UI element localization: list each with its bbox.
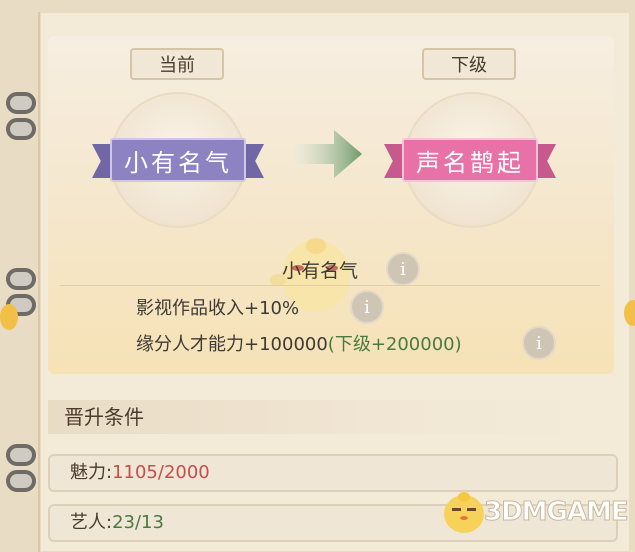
film-income-info-button[interactable]: i xyxy=(350,290,384,324)
page-tab-icon[interactable] xyxy=(624,300,635,326)
bonus-line-film-income: 影视作品收入+10% xyxy=(136,298,300,319)
rank-info-button[interactable]: i xyxy=(386,252,420,286)
binder-ring-icon xyxy=(6,444,36,466)
binder-ring-icon xyxy=(6,268,36,290)
rank-detail-title: 小有名气 xyxy=(282,260,359,282)
current-rank-ribbon: 小有名气 xyxy=(92,138,264,182)
charm-value: 1105/2000 xyxy=(112,462,210,483)
talent-ability-next: (下级+200000) xyxy=(327,334,462,355)
watermark-text: 3DMGAME xyxy=(484,497,630,528)
talent-ability-current: 缘分人才能力+100000 xyxy=(136,334,328,355)
arrow-right-icon xyxy=(294,130,362,178)
artist-value: 23/13 xyxy=(112,512,164,533)
condition-row-charm: 魅力:1105/2000 xyxy=(48,454,618,492)
current-rank-name: 小有名气 xyxy=(110,138,246,182)
next-rank-ribbon: 声名鹊起 xyxy=(384,138,556,182)
next-rank-name: 声名鹊起 xyxy=(402,138,538,182)
promotion-conditions-heading: 晋升条件 xyxy=(48,400,614,434)
binder-ring-icon xyxy=(6,470,36,492)
divider xyxy=(60,285,600,286)
binder-ring-icon xyxy=(6,92,36,114)
artist-label: 艺人: xyxy=(70,512,113,533)
current-rank-tag: 当前 xyxy=(130,48,224,80)
page-tab-icon[interactable] xyxy=(0,304,18,330)
charm-label: 魅力: xyxy=(70,462,113,483)
binder-ring-icon xyxy=(6,118,36,140)
talent-ability-info-button[interactable]: i xyxy=(522,326,556,360)
watermark-chick-logo xyxy=(444,492,484,533)
next-rank-tag: 下级 xyxy=(422,48,516,80)
bonus-line-talent-ability: 缘分人才能力+100000(下级+200000) xyxy=(136,330,462,356)
